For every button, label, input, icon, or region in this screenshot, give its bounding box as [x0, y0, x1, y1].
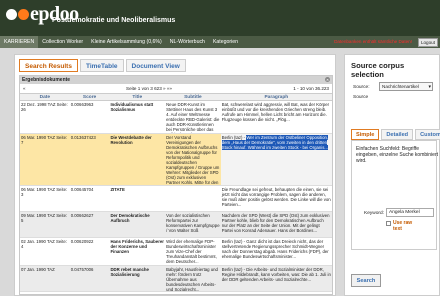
source-label: Source: — [353, 85, 370, 90]
warning-text: Datenbanken enthält sämtliche Daten! — [334, 39, 412, 44]
site-subtitle: Postdemokratie und Neoliberalismus — [52, 17, 176, 24]
search-help-text: Einfachen Suchfeld: Begriffe eingeben, e… — [356, 146, 438, 164]
tab-detailed[interactable]: Detailed — [381, 129, 414, 140]
cell-date: 02 Jan. 1990 TAZ Seite: 4 — [21, 239, 67, 249]
column-header-date[interactable]: Date — [20, 94, 70, 100]
cell-score: 0.013637423 — [70, 135, 96, 140]
search-button[interactable]: Search — [351, 274, 381, 287]
cell-date: 22 Dez. 1998 TAZ Seite: 26 — [21, 102, 68, 112]
cell-title: DDR rebet manche Sozialisierung — [110, 267, 149, 277]
main-nav: KARRIEREN Collection Worker Kleine Artik… — [0, 36, 440, 48]
use-raw-text-label[interactable]: Use raw text — [393, 220, 413, 232]
cell-subtitle: Babyjahr, Hausfeiertag und mehr: fördern… — [166, 267, 218, 291]
nav-item-collection-worker[interactable]: Collection Worker — [38, 39, 87, 45]
keyword-label: Keyword: — [364, 211, 384, 216]
cell-date: 09 Mar. 1990 TAZ Seite: 5 — [21, 213, 68, 223]
table-row[interactable]: 02 Jan. 1990 TAZ Seite: 4 0.00620922 Han… — [20, 238, 332, 266]
cell-score: 0.00620922 — [70, 239, 94, 244]
source-select[interactable]: Nachrichtenartikel — [379, 82, 433, 91]
cell-date: 06 Mar. 1990 TAZ Seite: 7 — [21, 135, 68, 145]
use-raw-text-checkbox[interactable] — [386, 221, 391, 226]
tab-document-view[interactable]: Document View — [125, 59, 186, 72]
table-row[interactable]: 06 Mar. 1990 TAZ Seite: 7 0.013637423 Di… — [20, 134, 332, 186]
column-header-subtitle[interactable]: Subtitle — [165, 94, 221, 100]
cell-paragraph: Berlin (taz) - Ganz dicht ist das Dreiec… — [221, 239, 329, 259]
nav-item-kleine-artikelsammlung[interactable]: Kleine Artikelsammlung (0,6%) — [87, 39, 166, 45]
nav-item-karrieren[interactable]: KARRIEREN — [0, 36, 39, 48]
table-row[interactable]: 07 Jan. 1990 TAZ 0.04757006 DDR rebet ma… — [20, 266, 332, 292]
column-header-score[interactable]: Score — [70, 94, 110, 100]
pager: « Seite 1 von 3 623 » »» 1 - 10 von 36.2… — [20, 84, 332, 93]
pager-page[interactable]: Seite 1 von 3 623 » »» — [126, 86, 172, 91]
cell-score: 0.00663963 — [70, 102, 94, 107]
cell-title: ZITATE — [110, 187, 125, 192]
source-label-secondary: Source — [353, 95, 369, 100]
table-row[interactable]: 06 Mar. 1990 TAZ Seite: 3 0.00645704 ZIT… — [20, 186, 332, 212]
column-header-paragraph[interactable]: Paragraph — [221, 94, 332, 100]
cell-paragraph: Berlin (taz) - Die Arbeits- und Sozialmi… — [221, 267, 331, 282]
results-panel: Search Results TimeTable Document View E… — [14, 54, 336, 296]
close-icon[interactable]: × — [325, 77, 330, 82]
table-header: Date Score Title Subtitle Paragraph — [20, 93, 332, 101]
simple-search-panel: Einfachen Suchfeld: Begriffe eingeben, e… — [351, 140, 438, 250]
table-row[interactable]: 22 Dez. 1998 TAZ Seite: 26 0.00663963 In… — [20, 101, 332, 134]
cell-subtitle — [165, 186, 221, 211]
cell-paragraph: Bat, schwerelast wird aggressiv, will Ba… — [221, 102, 330, 122]
results-table: Ergebnisdokumente × « Seite 1 von 3 623 … — [19, 75, 333, 295]
keyword-input[interactable]: Angela Merkel — [386, 208, 434, 217]
tab-custom[interactable]: Custom — [415, 129, 440, 140]
cell-subtitle: Der Vorstand Vereinigungen der Demokrati… — [166, 135, 220, 185]
sidebar-title: Source corpus selection — [351, 61, 405, 79]
results-title-bar: Ergebnisdokumente × — [20, 76, 332, 84]
tab-search-results[interactable]: Search Results — [19, 59, 78, 72]
cell-date: 07 Jan. 1990 TAZ — [21, 267, 55, 272]
cell-paragraph: Berlin (taz) - Wer im Zentrum der Ostbel… — [220, 134, 332, 185]
cell-date: 06 Mar. 1990 TAZ Seite: 3 — [21, 187, 68, 197]
tab-timetable[interactable]: TimeTable — [79, 59, 124, 72]
results-tabs: Search Results TimeTable Document View — [19, 59, 188, 72]
cell-title: Individualismus statt Sozialismus — [110, 102, 154, 112]
cell-subtitle: Wird der ehemalige FDP-Bundeswirtschafts… — [166, 239, 217, 264]
table-row[interactable]: 09 Mar. 1990 TAZ Seite: 5 0.00662627 Der… — [20, 212, 332, 238]
cell-subtitle: Von der sozialistischen Reformpartei zur… — [166, 213, 220, 233]
pager-prev[interactable]: « — [23, 86, 26, 91]
logo-circle-icon — [6, 8, 17, 20]
cell-paragraph: Nachdem der SPD (West) die SPD (Ost) zum… — [221, 213, 330, 233]
tab-simple[interactable]: Simple — [351, 129, 380, 140]
cell-title: Die Westdebatte der Revolution — [110, 135, 152, 145]
app-header: epdoo Postdemokratie und Neoliberalismus — [0, 0, 440, 36]
cell-score: 0.00645704 — [70, 187, 94, 192]
cell-score: 0.04757006 — [70, 267, 94, 272]
nav-item-kategorien[interactable]: Kategorien — [209, 39, 242, 45]
cell-subtitle: Neue DDR-Kunst im Stettiner Haus des Kun… — [166, 102, 220, 133]
cell-title: Der Demokratische Aufbruch — [110, 213, 150, 223]
search-mode-tabs: Simple Detailed Custom — [351, 129, 440, 140]
nav-item-woerterbuch[interactable]: NL-Wörterbuch — [166, 39, 209, 45]
cell-score: 0.00662627 — [70, 213, 94, 218]
logout-button[interactable]: Logout — [417, 38, 438, 47]
cell-paragraph: Die Freundlage sei gefreut, behaupten di… — [221, 187, 331, 207]
results-title: Ergebnisdokumente — [22, 77, 71, 83]
column-header-title[interactable]: Title — [109, 94, 165, 100]
source-corpus-sidebar: Source corpus selection Source: Nachrich… — [344, 54, 440, 296]
pager-count: 1 - 10 von 36.223 — [293, 86, 329, 91]
logo-circle-icon — [18, 8, 29, 20]
cell-title: Hans Friderichs, Sauberer der Konzerne u… — [110, 239, 164, 254]
